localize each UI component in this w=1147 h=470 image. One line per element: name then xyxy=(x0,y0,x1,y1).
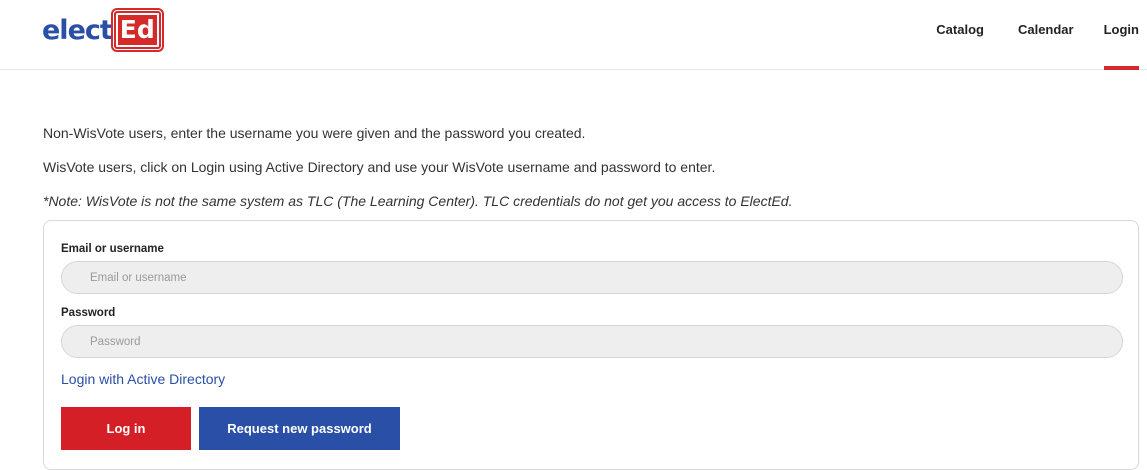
intro-line-non-wisvote: Non-WisVote users, enter the username yo… xyxy=(43,125,586,141)
request-password-button[interactable]: Request new password xyxy=(199,407,400,450)
intro-note: *Note: WisVote is not the same system as… xyxy=(43,193,793,209)
login-active-directory-link[interactable]: Login with Active Directory xyxy=(61,371,225,387)
nav-login[interactable]: Login xyxy=(1103,0,1140,70)
password-input[interactable] xyxy=(61,325,1123,358)
logo-text: elect xyxy=(42,14,113,46)
password-label: Password xyxy=(61,307,116,319)
login-form-card: Email or username Password Login with Ac… xyxy=(43,220,1139,470)
site-header: elect Ed Catalog Calendar Login xyxy=(0,0,1147,70)
intro-line-wisvote: WisVote users, click on Login using Acti… xyxy=(43,159,716,175)
elected-logo[interactable]: elect Ed xyxy=(42,8,164,52)
email-label: Email or username xyxy=(61,243,164,255)
logo-badge: Ed xyxy=(110,8,164,52)
nav-catalog[interactable]: Catalog xyxy=(936,0,984,70)
main-nav: Catalog Calendar Login xyxy=(936,0,1147,70)
intro-text: Non-WisVote users, enter the username yo… xyxy=(43,122,1138,224)
email-input[interactable] xyxy=(61,261,1123,294)
login-button[interactable]: Log in xyxy=(61,407,191,450)
nav-calendar[interactable]: Calendar xyxy=(1018,0,1074,70)
